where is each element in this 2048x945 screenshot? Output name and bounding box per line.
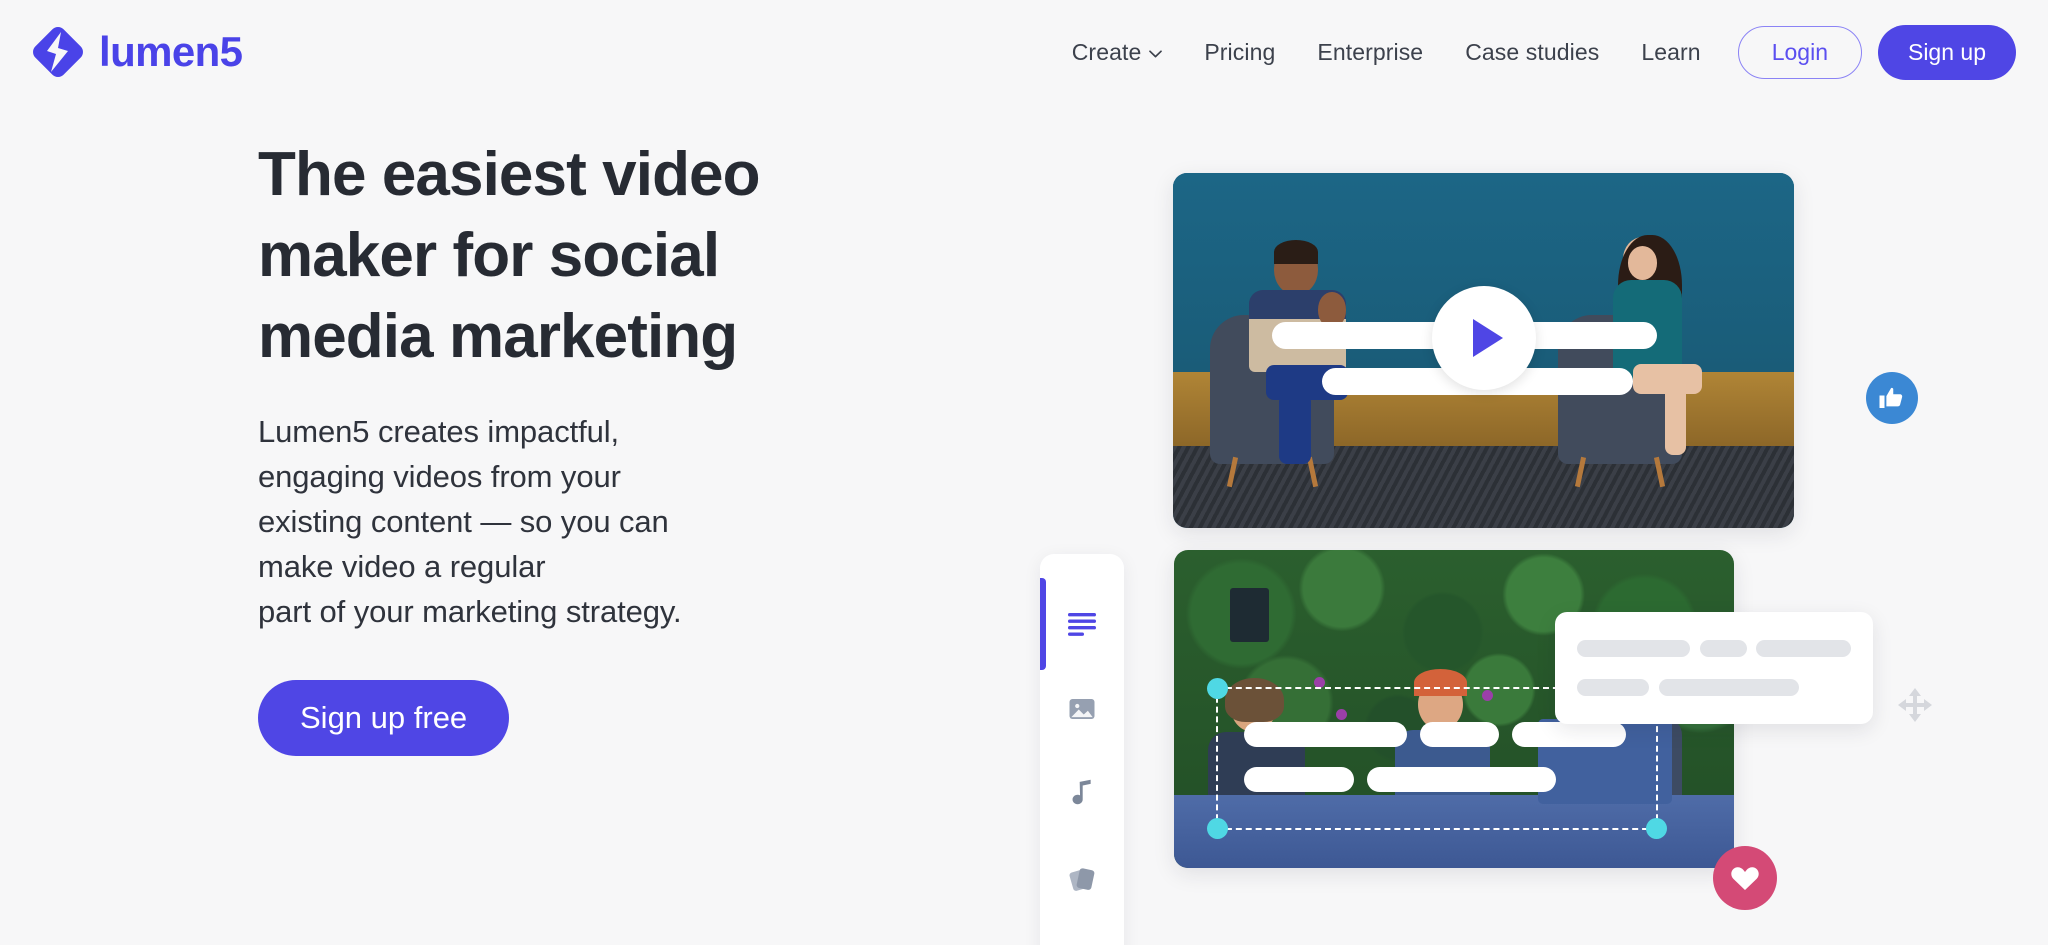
rail-item-layers[interactable] (1040, 837, 1124, 921)
person-right (1595, 234, 1719, 464)
hero-headline: The easiest video maker for social media… (258, 140, 760, 371)
music-note-icon (1072, 779, 1091, 805)
placeholder-bar (1577, 679, 1649, 696)
brand-name: lumen5 (99, 28, 243, 75)
heart-icon (1731, 867, 1759, 891)
editor-toolbar-rail (1040, 554, 1124, 945)
landing-page: lumen5 Create Pricing Enterprise Case st… (0, 0, 2048, 945)
placeholder-bar (1700, 640, 1747, 657)
heart-reaction (1713, 846, 1777, 910)
lumen5-diamond-logo-icon (33, 27, 83, 77)
play-triangle-icon (1472, 319, 1503, 358)
rail-item-music[interactable] (1040, 752, 1124, 836)
thumbs-up-reaction (1866, 372, 1918, 424)
hero-subheadline: Lumen5 creates impactful, engaging video… (258, 414, 682, 629)
layers-stack-icon (1069, 868, 1095, 891)
caption-placeholder-card[interactable] (1555, 612, 1873, 724)
rail-item-resize[interactable] (1040, 922, 1124, 945)
caption-bar (1244, 722, 1407, 748)
image-icon (1069, 699, 1095, 719)
placeholder-bar (1756, 640, 1851, 657)
person-left (1241, 239, 1365, 465)
rail-item-image[interactable] (1040, 667, 1124, 751)
hero-copy: The easiest video maker for social media… (258, 134, 878, 756)
thumbs-up-icon (1879, 387, 1903, 408)
caption-bar (1511, 722, 1626, 748)
video-preview-card[interactable] (1173, 173, 1794, 528)
selection-handle[interactable] (1207, 817, 1228, 839)
text-lines-icon (1068, 613, 1096, 636)
caption-bar (1244, 766, 1354, 792)
caption-bar (1367, 766, 1556, 792)
hero-illustration (1040, 0, 2048, 945)
move-four-arrows-icon[interactable] (1895, 685, 1935, 725)
caption-bar (1419, 722, 1499, 748)
brand-logo[interactable]: lumen5 (30, 24, 243, 80)
placeholder-bar (1659, 679, 1799, 696)
selection-handle[interactable] (1207, 677, 1228, 699)
rail-item-text[interactable] (1040, 582, 1124, 666)
hero-signup-free-button[interactable]: Sign up free (258, 680, 510, 756)
placeholder-bar (1577, 640, 1690, 657)
video-preview-thumbnail (1173, 173, 1794, 528)
play-button[interactable] (1431, 286, 1536, 391)
